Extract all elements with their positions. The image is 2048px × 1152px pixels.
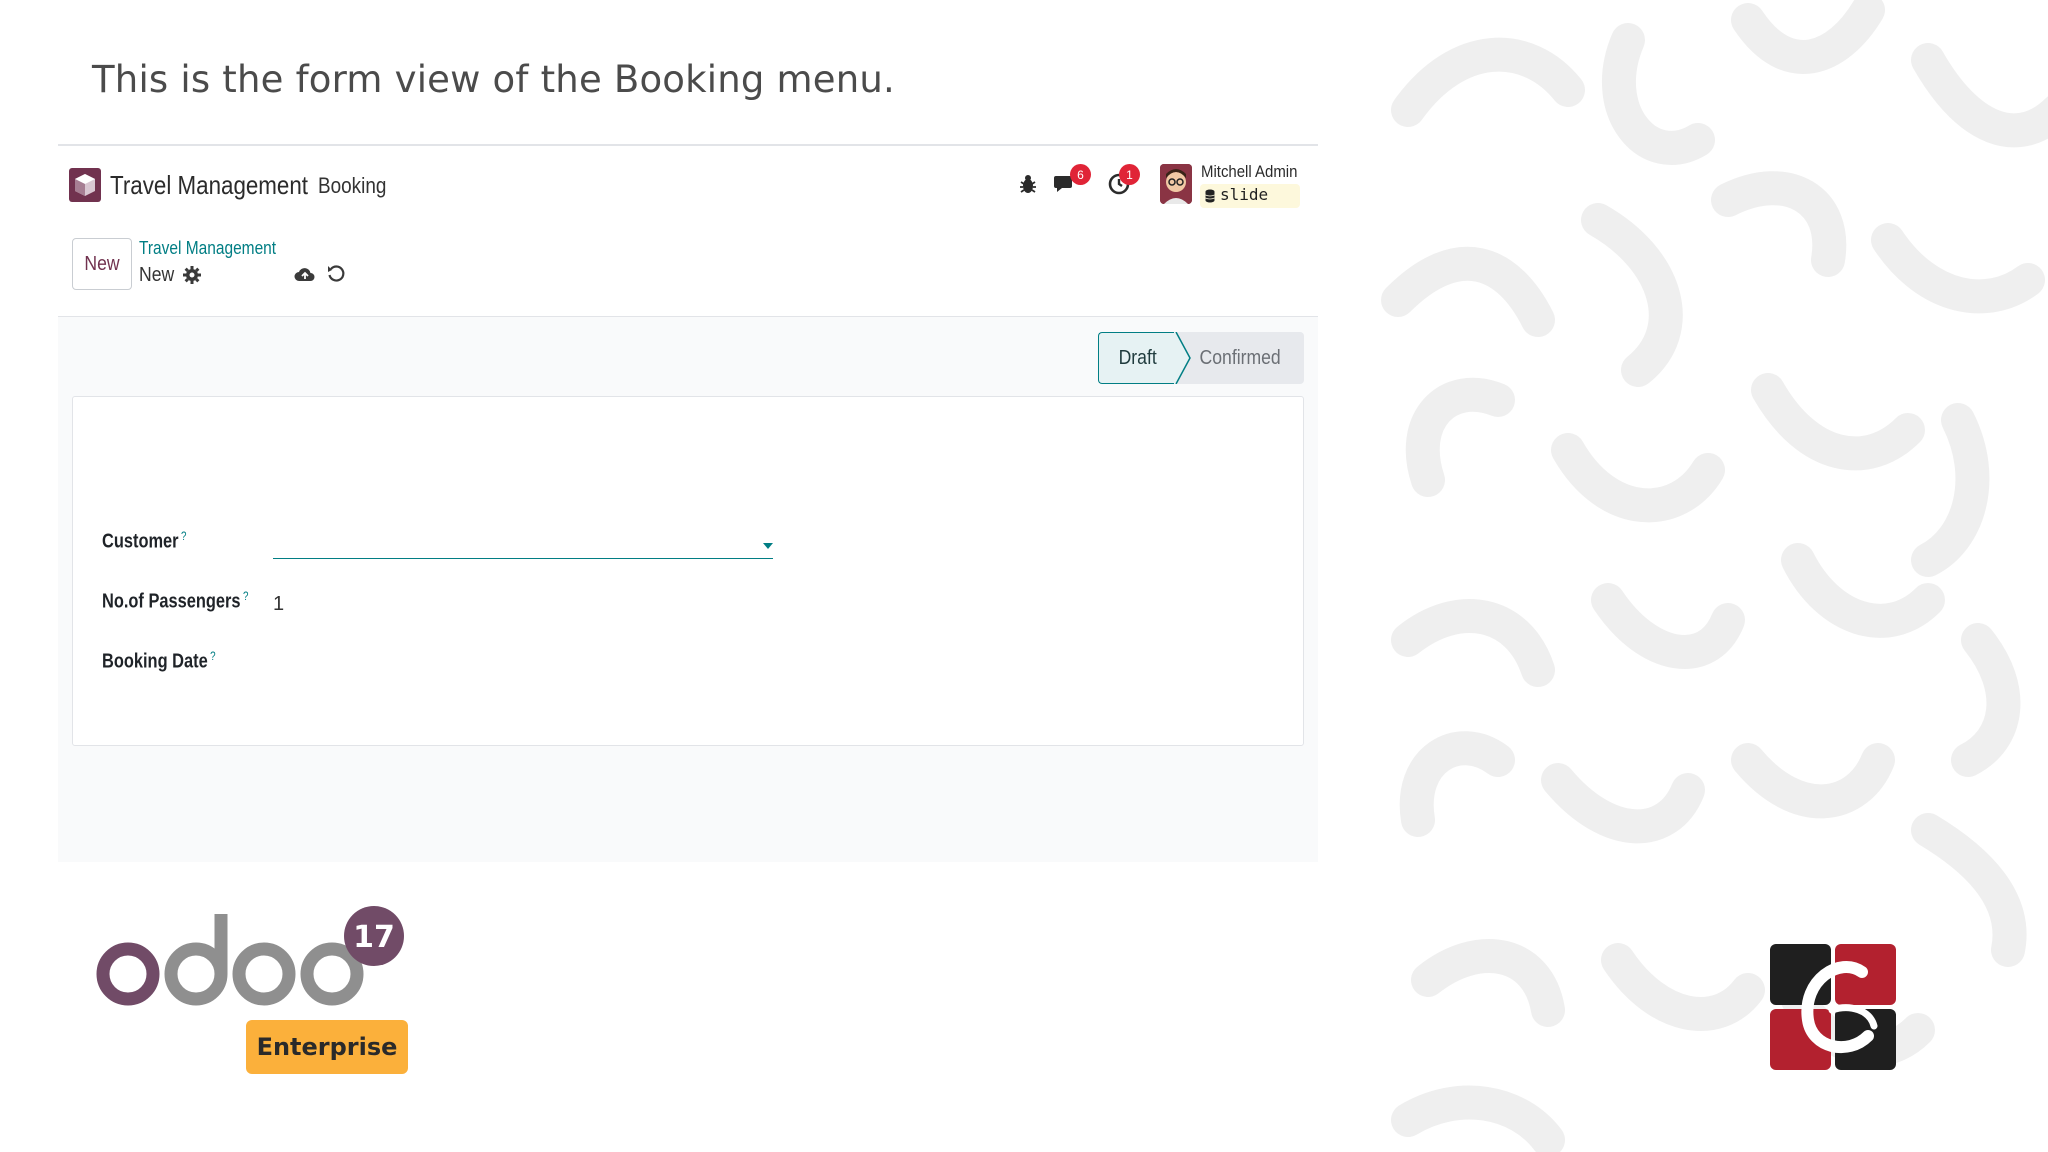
messages-badge: 6 — [1070, 164, 1091, 185]
menu-booking[interactable]: Booking — [318, 173, 386, 199]
odoo-logo: 17 — [96, 906, 404, 1006]
database-icon — [1205, 189, 1215, 203]
company-logo — [1770, 944, 1896, 1070]
database-name: slide — [1220, 185, 1269, 204]
booking-date-label: Booking Date? — [102, 649, 216, 674]
cloud-save-icon[interactable] — [294, 264, 316, 286]
booking-date-label-text: Booking Date — [102, 650, 208, 673]
customer-help-icon[interactable]: ? — [181, 529, 186, 543]
status-draft[interactable]: Draft — [1098, 332, 1176, 384]
odoo-version: 17 — [353, 920, 395, 955]
app-icon[interactable] — [69, 164, 101, 206]
app-name[interactable]: Travel Management — [110, 170, 308, 201]
enterprise-badge: Enterprise — [246, 1020, 408, 1074]
background-pattern — [1381, 0, 2048, 1152]
new-button[interactable]: New — [72, 238, 132, 290]
slide-title: This is the form view of the Booking men… — [92, 58, 895, 101]
navbar: Travel Management Booking 6 1 Mitchell A… — [58, 146, 1318, 220]
status-confirmed[interactable]: Confirmed — [1176, 332, 1304, 384]
discard-undo-icon[interactable] — [326, 264, 346, 284]
status-arrow — [1174, 332, 1191, 384]
passengers-help-icon[interactable]: ? — [243, 589, 248, 603]
breadcrumb-travel-management[interactable]: Travel Management — [139, 238, 276, 259]
passengers-input[interactable]: 1 — [273, 593, 284, 616]
user-name[interactable]: Mitchell Admin — [1201, 162, 1297, 182]
activities-badge: 1 — [1119, 164, 1140, 185]
form-sheet: Customer? No.of Passengers? 1 Booking Da… — [72, 396, 1304, 746]
booking-date-help-icon[interactable]: ? — [210, 649, 215, 663]
user-avatar[interactable] — [1160, 164, 1192, 204]
passengers-label-text: No.of Passengers — [102, 590, 241, 613]
customer-label: Customer? — [102, 529, 186, 554]
status-confirmed-label: Confirmed — [1199, 346, 1281, 369]
odoo-screenshot: Travel Management Booking 6 1 Mitchell A… — [58, 144, 1318, 862]
gear-icon[interactable] — [182, 265, 202, 285]
debug-bug-icon[interactable] — [1016, 168, 1040, 200]
dropdown-caret-icon[interactable] — [763, 543, 773, 549]
passengers-label: No.of Passengers? — [102, 589, 248, 614]
customer-input[interactable] — [273, 525, 773, 559]
new-button-label: New — [84, 252, 120, 275]
customer-label-text: Customer — [102, 530, 179, 553]
status-draft-label: Draft — [1118, 346, 1157, 369]
status-bar: Draft Confirmed — [1098, 332, 1304, 384]
record-name: New — [139, 264, 175, 286]
